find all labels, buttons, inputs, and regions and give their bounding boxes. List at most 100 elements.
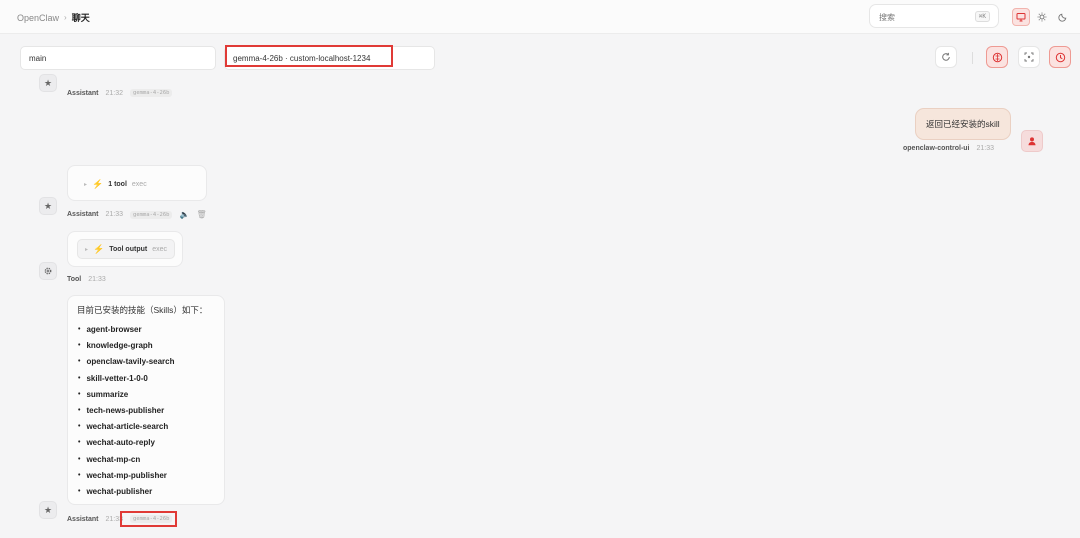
skill-name: wechat-mp-cn: [86, 454, 141, 464]
meta-role: Assistant: [67, 89, 99, 97]
star-icon: ★: [43, 504, 53, 515]
bullet-icon: •: [78, 488, 81, 495]
clock-icon: [1055, 52, 1065, 62]
monitor-theme-button[interactable]: [1012, 8, 1030, 26]
refresh-icon: [942, 52, 950, 61]
dark-theme-button[interactable]: [1054, 8, 1072, 26]
skill-name: summarize: [86, 389, 129, 399]
monitor-icon: [1016, 13, 1026, 22]
search-placeholder: 搜索: [879, 13, 895, 22]
star-icon: ★: [43, 200, 53, 211]
star-icon: ★: [43, 77, 53, 88]
skill-list-item: • agent-browser: [78, 325, 142, 334]
meta-model: gemma-4-26b: [130, 210, 173, 219]
assistant-avatar: ★: [39, 501, 57, 519]
expand-caret-icon: ▸: [85, 246, 89, 253]
search-input[interactable]: 搜索 ⌘K: [869, 4, 999, 28]
answer-intro: 目前已安装的技能（Skills）如下：: [77, 305, 208, 315]
assistant-avatar: ★: [39, 74, 57, 92]
refresh-button[interactable]: [935, 46, 957, 68]
sun-icon: [1037, 12, 1047, 22]
meta-time: 21:33: [976, 145, 995, 152]
user-icon: [1028, 137, 1036, 146]
skill-name: openclaw-tavily-search: [86, 357, 175, 367]
search-shortcut: ⌘K: [974, 11, 990, 22]
message-meta: Assistant 21:33 gemma-4-26b 🔈 🗑: [67, 210, 207, 219]
tool-avatar: [39, 262, 57, 280]
tool-label: Tool output: [109, 245, 148, 253]
skill-name: skill-vetter-1-0-0: [86, 373, 148, 383]
meta-role: Assistant: [67, 515, 99, 523]
bolt-icon: ⚡: [92, 178, 104, 189]
meta-sender: openclaw-control-ui: [903, 145, 970, 152]
meta-time: 21:33: [105, 211, 124, 218]
message-meta: Assistant 21:32 gemma-4-26b: [67, 89, 173, 97]
focus-icon: [1024, 52, 1034, 62]
light-theme-button[interactable]: [1033, 8, 1051, 26]
meta-role: Tool: [67, 276, 82, 283]
breadcrumb-current: 聊天: [71, 13, 90, 23]
bullet-icon: •: [78, 423, 81, 431]
skill-list-item: • openclaw-tavily-search: [78, 357, 175, 366]
bullet-icon: •: [78, 374, 81, 382]
tool-output-bubble: ▸ ⚡ Tool output exec: [67, 231, 183, 267]
skill-name: tech-news-publisher: [86, 406, 165, 415]
tool-call-row[interactable]: ▸ ⚡ 1 tool exec: [77, 174, 154, 194]
bullet-icon: •: [78, 407, 81, 414]
breadcrumb-separator: ›: [64, 13, 67, 22]
skill-list-item: • knowledge-graph: [78, 341, 153, 350]
history-button[interactable]: [1049, 46, 1071, 68]
skill-list-item: • wechat-article-search: [78, 422, 168, 431]
message-meta: Tool 21:33: [67, 276, 106, 283]
breadcrumb: OpenClaw › 聊天: [17, 11, 90, 24]
meta-model: gemma-4-26b: [130, 89, 173, 97]
tool-output-row[interactable]: ▸ ⚡ Tool output exec: [77, 239, 175, 259]
bullet-icon: •: [78, 358, 81, 366]
gear-icon: [44, 267, 52, 275]
bolt-icon: ⚡: [93, 243, 105, 254]
meta-time: 21:33: [88, 276, 106, 283]
user-message-meta: openclaw-control-ui 21:33: [903, 145, 994, 152]
skill-name: agent-browser: [86, 325, 142, 334]
moon-icon: [1058, 13, 1067, 22]
toolbar-divider: [972, 52, 973, 64]
assistant-tool-bubble: ▸ ⚡ 1 tool exec: [67, 165, 207, 201]
skill-list-item: • wechat-auto-reply: [78, 438, 155, 447]
user-message-bubble: 返回已经安装的skill: [915, 108, 1011, 140]
skill-name: wechat-publisher: [86, 487, 153, 496]
skill-list-item: • wechat-mp-publisher: [78, 471, 167, 480]
meta-time: 21:32: [105, 89, 124, 97]
breadcrumb-app[interactable]: OpenClaw: [17, 13, 59, 23]
skill-list-item: • wechat-mp-cn: [78, 455, 140, 464]
bullet-icon: •: [78, 342, 81, 350]
user-avatar: [1021, 130, 1043, 152]
thinking-toggle-button[interactable]: [986, 46, 1008, 68]
skill-name: wechat-mp-publisher: [86, 470, 167, 480]
tool-label: 1 tool: [108, 180, 127, 188]
skill-name: wechat-article-search: [86, 422, 169, 432]
bullet-icon: •: [78, 455, 81, 463]
skill-list-item: • skill-vetter-1-0-0: [78, 374, 148, 383]
skill-list-item: • summarize: [78, 390, 128, 399]
bullet-icon: •: [78, 390, 81, 398]
top-bar: OpenClaw › 聊天 搜索 ⌘K: [0, 0, 1080, 34]
bullet-icon: •: [78, 326, 81, 333]
skill-name: knowledge-graph: [86, 341, 153, 351]
focus-mode-button[interactable]: [1018, 46, 1040, 68]
skill-list-item: • wechat-publisher: [78, 487, 152, 496]
skill-name: wechat-auto-reply: [86, 438, 155, 448]
brain-icon: [992, 52, 1002, 62]
assistant-avatar: ★: [39, 197, 57, 215]
highlight-box-meta-model: [120, 511, 177, 527]
bullet-icon: •: [78, 439, 81, 447]
skill-list-item: • tech-news-publisher: [78, 406, 164, 415]
tool-sub: exec: [152, 245, 167, 253]
session-select[interactable]: main: [20, 46, 216, 70]
expand-caret-icon: ▸: [84, 181, 88, 188]
highlight-box-model: [225, 45, 393, 67]
meta-role: Assistant: [67, 211, 99, 218]
trash-icon[interactable]: 🗑: [196, 210, 206, 219]
tool-sub: exec: [131, 180, 147, 188]
speaker-icon[interactable]: 🔈: [179, 210, 189, 219]
bullet-icon: •: [78, 471, 81, 479]
